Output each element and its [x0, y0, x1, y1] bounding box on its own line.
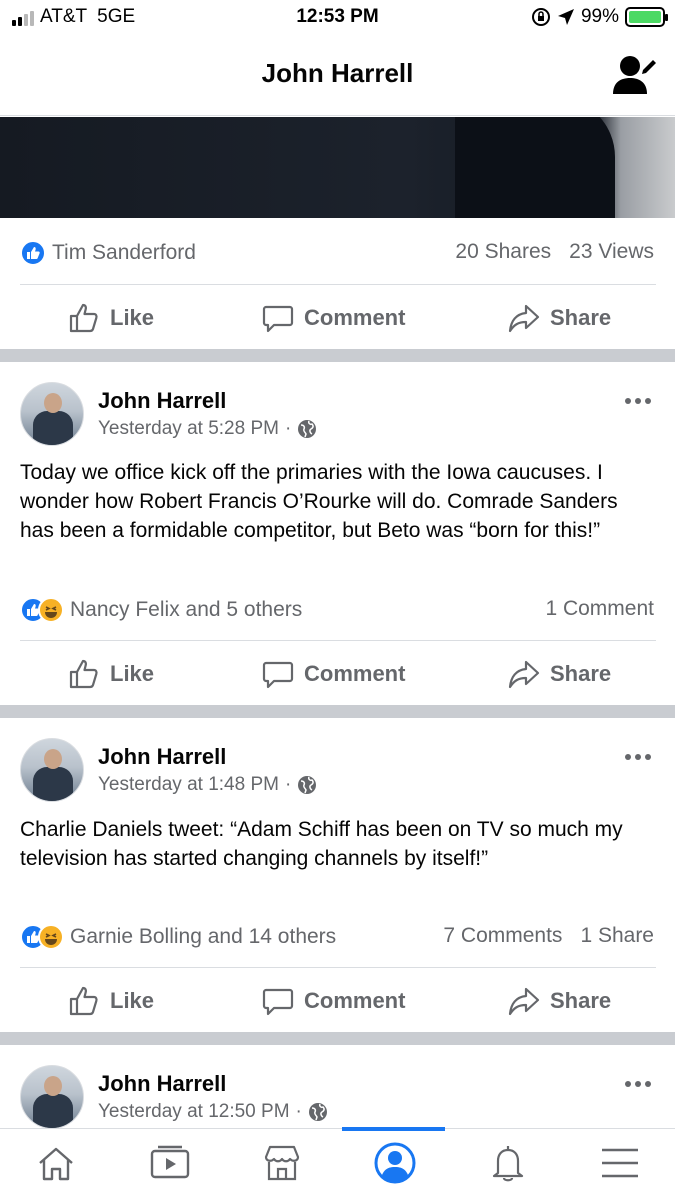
- like-button[interactable]: Like: [68, 985, 154, 1017]
- meta-separator: ·: [284, 774, 292, 795]
- comment-label: Comment: [304, 305, 406, 330]
- comment-bubble-icon: [262, 988, 294, 1016]
- reactor-names: Garnie Bolling and 14 others: [70, 925, 337, 948]
- post-reactions-row: Garnie Bolling and 14 others 7 Comments …: [0, 916, 675, 956]
- thumbs-up-icon: [69, 303, 98, 333]
- share-label: Share: [550, 988, 612, 1013]
- more-options-icon[interactable]: [625, 1081, 655, 1091]
- watch-icon[interactable]: [146, 1139, 194, 1187]
- share-label: Share: [550, 305, 612, 330]
- share-label: Share: [550, 661, 612, 686]
- comment-bubble-icon: [262, 305, 294, 333]
- comment-button[interactable]: Comment: [262, 658, 405, 690]
- share-button[interactable]: Share: [508, 302, 611, 334]
- post-text: Charlie Daniels tweet: “Adam Schiff has …: [20, 818, 623, 870]
- marketplace-icon[interactable]: [258, 1139, 306, 1187]
- home-icon[interactable]: [32, 1139, 80, 1187]
- post-author[interactable]: John Harrell: [98, 744, 226, 770]
- shares-count[interactable]: 20 Shares: [455, 240, 551, 264]
- post-timestamp[interactable]: Yesterday at 12:50 PM: [98, 1101, 290, 1123]
- shares-count[interactable]: 1 Share: [580, 924, 654, 948]
- reaction-summary[interactable]: Garnie Bolling and 14 others: [20, 924, 336, 950]
- like-button[interactable]: Like: [68, 302, 154, 334]
- post-meta: Yesterday at 1:48 PM ·: [98, 774, 317, 796]
- video-frame-subject: [455, 117, 615, 218]
- avatar[interactable]: [20, 738, 84, 802]
- post-author[interactable]: John Harrell: [98, 1071, 226, 1097]
- post-header: John Harrell Yesterday at 12:50 PM ·: [0, 1055, 675, 1135]
- active-tab-indicator: [342, 1127, 445, 1131]
- share-button[interactable]: Share: [508, 658, 611, 690]
- feed-separator: [0, 1032, 675, 1045]
- post-header: John Harrell Yesterday at 5:28 PM ·: [0, 372, 675, 452]
- notifications-icon[interactable]: [484, 1139, 532, 1187]
- post-timestamp[interactable]: Yesterday at 5:28 PM: [98, 418, 279, 440]
- comment-label: Comment: [304, 661, 406, 686]
- video-thumbnail[interactable]: [0, 117, 675, 218]
- reactor-names: Nancy Felix and 5 others: [70, 598, 303, 621]
- battery-icon: [625, 7, 668, 27]
- thumbs-up-icon: [69, 986, 98, 1016]
- globe-icon: [298, 776, 317, 794]
- status-right: 99%: [531, 6, 668, 28]
- more-options-icon[interactable]: [625, 398, 655, 408]
- haha-reaction-icon: [38, 597, 64, 623]
- video-reactions-row: Tim Sanderford 20 Shares 23 Views: [0, 232, 675, 272]
- thumbs-up-icon: [69, 659, 98, 689]
- engagement-counts: 20 Shares 23 Views: [455, 240, 654, 264]
- haha-reaction-icon: [38, 924, 64, 950]
- battery-percent: 99%: [580, 6, 619, 27]
- like-label: Like: [110, 305, 155, 330]
- comment-label: Comment: [304, 988, 406, 1013]
- post-header: John Harrell Yesterday at 1:48 PM ·: [0, 728, 675, 808]
- status-bar: AT&T 5GE 12:53 PM 99%: [0, 0, 675, 36]
- avatar[interactable]: [20, 1065, 84, 1129]
- meta-separator: ·: [284, 418, 292, 439]
- post-timestamp[interactable]: Yesterday at 1:48 PM: [98, 774, 279, 796]
- post-author[interactable]: John Harrell: [98, 388, 226, 414]
- profile-icon[interactable]: [371, 1139, 419, 1187]
- comments-count[interactable]: 7 Comments: [443, 924, 562, 948]
- comment-button[interactable]: Comment: [262, 302, 405, 334]
- feed-separator: [0, 705, 675, 718]
- like-reaction-icon: [20, 240, 46, 266]
- reaction-summary[interactable]: Tim Sanderford: [20, 240, 196, 266]
- post-meta: Yesterday at 12:50 PM ·: [98, 1101, 328, 1123]
- action-bar: Like Comment Share: [0, 640, 675, 704]
- post-text: Today we office kick off the primaries w…: [20, 461, 618, 542]
- globe-icon: [298, 420, 317, 438]
- person-edit-icon[interactable]: [613, 54, 657, 96]
- share-arrow-icon: [508, 987, 540, 1016]
- views-count: 23 Views: [569, 240, 654, 263]
- bottom-nav: [0, 1127, 675, 1200]
- post-meta: Yesterday at 5:28 PM ·: [98, 418, 317, 440]
- page-title: John Harrell: [261, 58, 414, 88]
- globe-icon: [308, 1103, 327, 1121]
- more-options-icon[interactable]: [625, 754, 655, 764]
- action-bar: Like Comment Share: [0, 967, 675, 1031]
- post-reactions-row: Nancy Felix and 5 others 1 Comment: [0, 589, 675, 629]
- share-arrow-icon: [508, 304, 540, 333]
- orientation-lock-icon: [531, 8, 550, 26]
- header: John Harrell: [0, 36, 675, 116]
- reaction-summary[interactable]: Nancy Felix and 5 others: [20, 597, 302, 623]
- share-button[interactable]: Share: [508, 985, 611, 1017]
- engagement-counts: 7 Comments 1 Share: [443, 924, 654, 948]
- location-arrow-icon: [557, 9, 574, 25]
- reactor-names: Tim Sanderford: [52, 241, 196, 264]
- action-bar: Like Comment Share: [0, 284, 675, 348]
- comment-bubble-icon: [262, 661, 294, 689]
- battery-fill: [629, 11, 661, 23]
- share-arrow-icon: [508, 660, 540, 689]
- like-label: Like: [110, 661, 155, 686]
- engagement-counts: 1 Comment: [545, 597, 654, 621]
- comments-count[interactable]: 1 Comment: [545, 597, 654, 621]
- like-label: Like: [110, 988, 155, 1013]
- menu-icon[interactable]: [596, 1139, 644, 1187]
- comment-button[interactable]: Comment: [262, 985, 405, 1017]
- like-button[interactable]: Like: [68, 658, 154, 690]
- meta-separator: ·: [295, 1101, 302, 1122]
- feed-separator: [0, 349, 675, 362]
- avatar[interactable]: [20, 382, 84, 446]
